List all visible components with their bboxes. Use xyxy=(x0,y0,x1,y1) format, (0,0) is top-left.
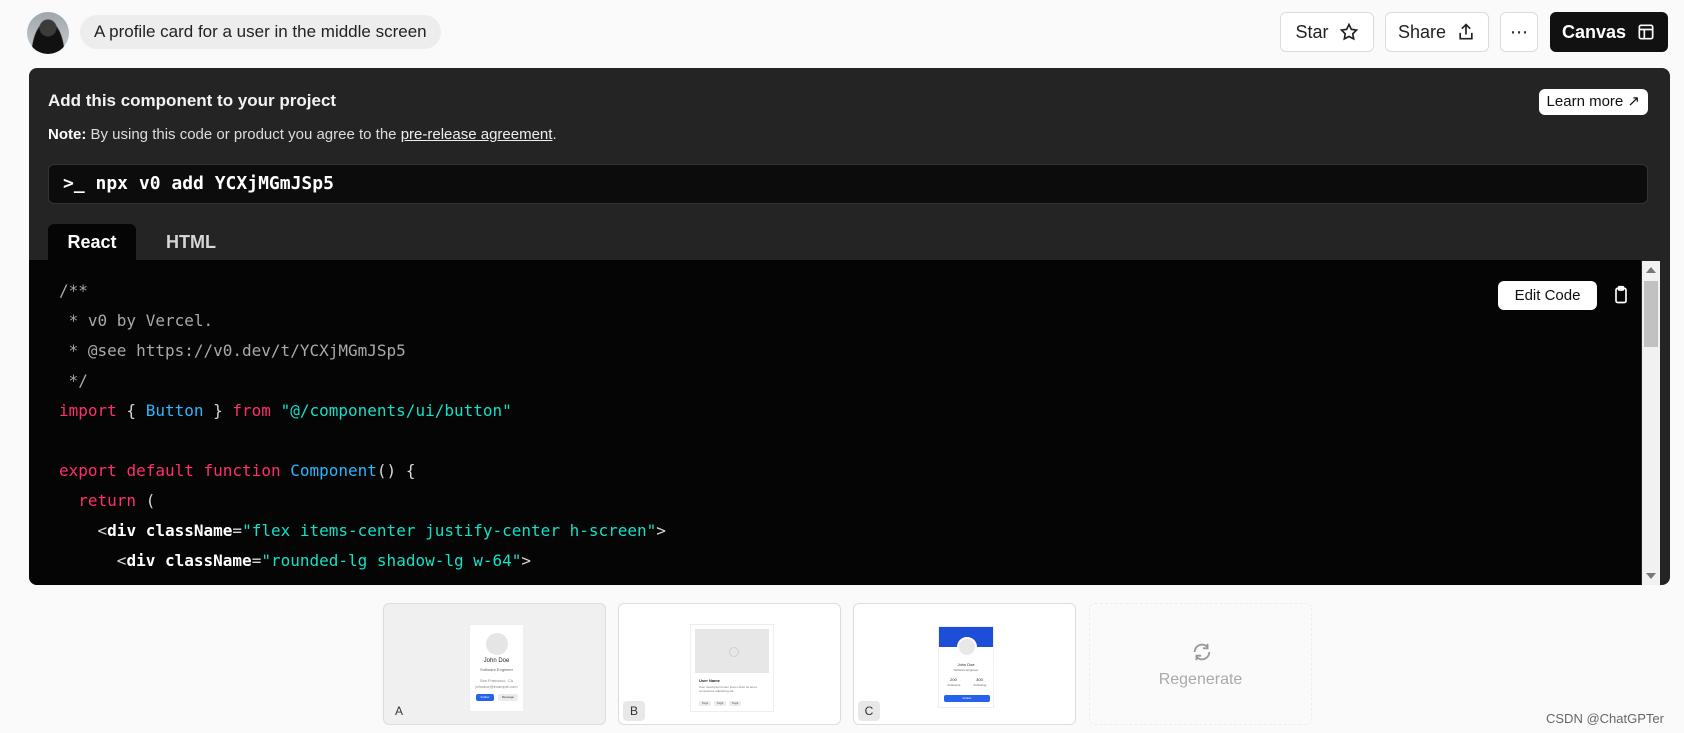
edit-code-button[interactable]: Edit Code xyxy=(1498,281,1597,310)
variant-b-tag: Tag2 xyxy=(714,701,726,706)
canvas-label: Canvas xyxy=(1561,21,1627,42)
canvas-button[interactable]: Canvas xyxy=(1550,12,1668,52)
share-button[interactable]: Share xyxy=(1385,12,1489,52)
code-line: * @see https://v0.dev/t/YCXjMGmJSp5 xyxy=(59,341,406,360)
learn-more-label: Learn more ↗ xyxy=(1546,93,1640,110)
top-bar: A profile card for a user in the middle … xyxy=(0,0,1684,64)
star-icon xyxy=(1339,22,1358,41)
variant-label-b: B xyxy=(623,701,645,721)
share-icon xyxy=(1459,23,1473,40)
note-label: Note: xyxy=(48,126,87,143)
variant-a-message: Message xyxy=(498,694,518,701)
variant-label-a: A xyxy=(394,704,403,718)
panel-title: Add this component to your project xyxy=(48,91,337,110)
variant-c-follow: Follow xyxy=(944,695,990,702)
layout-icon xyxy=(1638,24,1654,40)
code-line: /** xyxy=(59,281,88,300)
variant-a-name: John Doe xyxy=(483,658,510,664)
prompt-chip[interactable]: A profile card for a user in the middle … xyxy=(80,15,441,49)
code-line: export default function Component() { xyxy=(59,461,416,480)
variant-c-preview: John Doe Software Engineer 200 300 Follo… xyxy=(938,626,994,708)
install-command[interactable]: >_ npx v0 add YCXjMGmJSp5 xyxy=(48,164,1648,204)
clipboard-icon[interactable] xyxy=(1611,285,1631,305)
variant-label-c: C xyxy=(858,701,880,721)
variant-c-stat: 200 xyxy=(950,677,957,682)
code-scrollbar[interactable] xyxy=(1642,261,1660,585)
code-viewer[interactable]: /** * v0 by Vercel. * @see https://v0.de… xyxy=(29,260,1641,585)
variant-b-name: User Name xyxy=(699,678,720,683)
variant-b-desc: User description lorem ipsum dolor sit a… xyxy=(699,685,758,693)
star-button[interactable]: Star xyxy=(1280,12,1374,52)
variant-b-tag: Tag3 xyxy=(729,701,741,706)
note-text: By using this code or product you agree … xyxy=(86,126,401,143)
code-line: */ xyxy=(59,371,88,390)
code-line: import { Button } from "@/components/ui/… xyxy=(59,401,512,420)
variant-a-location: San Francisco, CA xyxy=(479,678,514,683)
code-line: <div className="flex items-center justif… xyxy=(59,521,666,540)
code-line: * v0 by Vercel. xyxy=(59,311,214,330)
learn-more-button[interactable]: Learn more ↗ xyxy=(1538,89,1648,115)
watermark: CSDN @ChatGPTer xyxy=(1546,711,1664,726)
tab-react[interactable]: React xyxy=(48,224,136,260)
variant-c-role: Software Engineer xyxy=(953,668,979,672)
refresh-icon xyxy=(1193,643,1211,661)
variant-a-role: Software Engineer xyxy=(480,667,513,672)
scroll-up-icon[interactable] xyxy=(1646,267,1656,273)
scroll-down-icon[interactable] xyxy=(1646,573,1656,579)
agreement-note: Note: By using this code or product you … xyxy=(48,126,557,143)
note-end: . xyxy=(552,126,557,143)
avatar[interactable] xyxy=(27,12,69,54)
variant-card-a[interactable]: John Doe Software Engineer San Francisco… xyxy=(383,603,606,725)
more-options-button[interactable]: ⋯ xyxy=(1500,12,1538,52)
code-block: /** * v0 by Vercel. * @see https://v0.de… xyxy=(59,276,666,576)
tab-html[interactable]: HTML xyxy=(156,224,226,260)
variant-c-name: John Doe xyxy=(957,662,975,667)
share-label: Share xyxy=(1397,21,1447,42)
pre-release-agreement-link[interactable]: pre-release agreement xyxy=(401,126,553,143)
more-icon: ⋯ xyxy=(1510,21,1528,42)
variant-c-stat-label: Following xyxy=(973,683,987,687)
variant-card-b[interactable]: User Name User description lorem ipsum d… xyxy=(618,603,841,725)
variant-card-c[interactable]: John Doe Software Engineer 200 300 Follo… xyxy=(853,603,1076,725)
variant-c-stat-label: Followers xyxy=(947,683,961,687)
variant-c-stat: 300 xyxy=(976,677,983,682)
code-line: return ( xyxy=(78,491,156,510)
variant-b-tag: Tag1 xyxy=(699,701,711,706)
regenerate-card[interactable]: Regenerate xyxy=(1089,603,1312,725)
code-line: <div className="rounded-lg shadow-lg w-6… xyxy=(59,551,532,570)
star-label: Star xyxy=(1295,21,1329,42)
scroll-thumb[interactable] xyxy=(1644,281,1658,347)
variant-b-preview: User Name User description lorem ipsum d… xyxy=(690,624,774,712)
variant-a-follow: Follow xyxy=(476,694,494,701)
variant-a-preview: John Doe Software Engineer San Francisco… xyxy=(469,624,524,712)
regenerate-label: Regenerate xyxy=(1158,671,1243,688)
variant-a-email: johndoe@example.com xyxy=(475,684,518,689)
install-panel: Add this component to your project Learn… xyxy=(29,68,1670,585)
